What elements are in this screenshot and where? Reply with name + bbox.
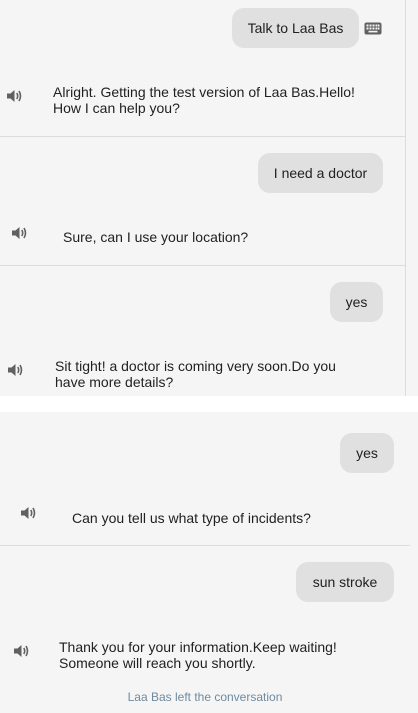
speaker-icon[interactable] bbox=[12, 643, 30, 659]
bot-message-text: Thank you for your information.Keep wait… bbox=[59, 639, 337, 671]
chat-panel-top: Talk to Laa Bas Alright. Getting the tes… bbox=[0, 0, 418, 396]
conversation-status: Laa Bas left the conversation bbox=[127, 690, 283, 704]
speaker-icon[interactable] bbox=[6, 362, 24, 378]
user-message-text: I need a doctor bbox=[273, 165, 368, 181]
user-message-bubble: sun stroke bbox=[296, 562, 394, 602]
keyboard-icon[interactable] bbox=[364, 22, 382, 35]
message-divider bbox=[0, 545, 410, 546]
bot-message-text: Sure, can I use your location? bbox=[63, 229, 249, 245]
user-message-bubble: yes bbox=[340, 433, 394, 473]
speaker-icon[interactable] bbox=[5, 88, 23, 104]
chat-panel-bottom: yes Can you tell us what type of inciden… bbox=[0, 412, 418, 713]
bot-message-text: Sit tight! a doctor is coming very soon.… bbox=[55, 358, 336, 390]
speaker-icon[interactable] bbox=[10, 225, 28, 241]
message-divider bbox=[0, 136, 406, 137]
user-message-bubble: I need a doctor bbox=[258, 153, 383, 193]
user-message-text: Talk to Laa Bas bbox=[247, 20, 344, 36]
bot-message-text: Alright. Getting the test version of Laa… bbox=[53, 84, 355, 116]
speaker-icon[interactable] bbox=[19, 505, 37, 521]
user-message-bubble: yes bbox=[330, 282, 383, 322]
user-message-bubble: Talk to Laa Bas bbox=[232, 8, 359, 48]
user-message-text: yes bbox=[356, 445, 378, 461]
bot-message-text: Can you tell us what type of incidents? bbox=[72, 510, 311, 526]
message-divider bbox=[0, 265, 406, 266]
screenshot-seam bbox=[0, 396, 418, 412]
user-message-text: sun stroke bbox=[312, 574, 378, 590]
user-message-text: yes bbox=[345, 294, 368, 310]
scroll-divider bbox=[405, 0, 406, 396]
